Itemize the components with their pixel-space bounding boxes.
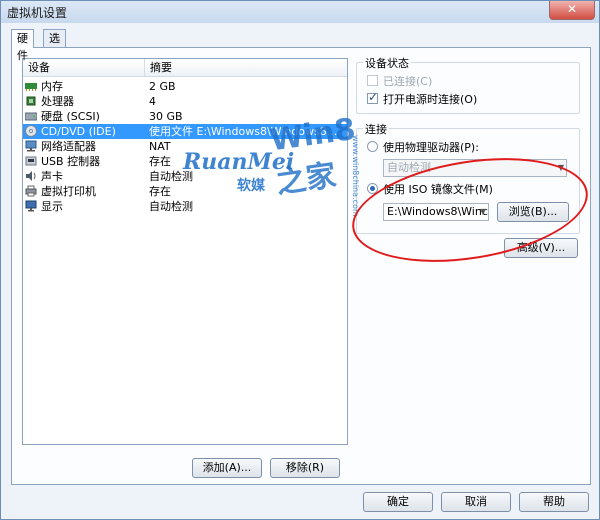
processor-icon <box>26 96 36 106</box>
physical-drive-select[interactable]: 自动检测 ▼ <box>383 159 567 177</box>
connected-checkbox[interactable] <box>367 75 378 86</box>
device-summary: 2 GB <box>149 80 176 93</box>
power-on-connect-label: 打开电源时连接(O) <box>383 93 478 106</box>
device-summary: NAT <box>149 140 171 153</box>
device-status-group: 设备状态 已连接(C) ✓ 打开电源时连接(O) <box>356 55 580 114</box>
list-header: 设备 摘要 <box>23 59 347 77</box>
device-name: CD/DVD (IDE) <box>41 125 116 138</box>
device-summary: 自动检测 <box>149 200 193 213</box>
iso-image-radio[interactable] <box>367 183 378 194</box>
browse-button[interactable]: 浏览(B)... <box>497 202 569 222</box>
device-name: 处理器 <box>41 95 74 108</box>
device-summary: 存在 <box>149 155 171 168</box>
device-status-legend: 设备状态 <box>363 55 411 71</box>
device-name: 虚拟打印机 <box>41 185 96 198</box>
tab-hardware[interactable]: 硬件 <box>11 29 34 62</box>
close-icon: ✕ <box>566 2 578 16</box>
ok-button[interactable]: 确定 <box>363 492 433 512</box>
physical-drive-value: 自动检测 <box>387 161 431 174</box>
display-icon <box>25 200 37 212</box>
remove-button[interactable]: 移除(R) <box>270 458 340 478</box>
checkmark-icon: ✓ <box>368 90 379 104</box>
device-name: USB 控制器 <box>41 155 101 168</box>
memory-icon <box>25 83 37 91</box>
device-name: 声卡 <box>41 170 63 183</box>
cd-dvd-icon <box>25 125 37 137</box>
advanced-button[interactable]: 高级(V)... <box>504 238 578 258</box>
dialog-window: 虚拟机设置 ✕ 硬件 选项 设备 摘要 内存 2 GB 处理器 4 <box>0 0 600 520</box>
iso-path-value: E:\Windows8\Winc <box>387 205 488 218</box>
physical-drive-radio[interactable] <box>367 141 378 152</box>
device-name: 硬盘 (SCSI) <box>41 110 100 123</box>
column-header-summary[interactable]: 摘要 <box>145 59 347 76</box>
column-header-device[interactable]: 设备 <box>23 59 145 76</box>
close-button[interactable]: ✕ <box>549 1 595 20</box>
chevron-down-icon: ▼ <box>479 207 486 216</box>
device-row-processor[interactable]: 处理器 4 <box>23 94 347 109</box>
radio-dot-icon <box>370 186 375 191</box>
tab-options[interactable]: 选项 <box>43 29 66 62</box>
device-summary: 使用文件 E:\Windows8\Windows8... <box>149 125 338 138</box>
device-summary: 4 <box>149 95 156 108</box>
device-row-hard-disk[interactable]: 硬盘 (SCSI) 30 GB <box>23 109 347 124</box>
device-row-display[interactable]: 显示 自动检测 <box>23 199 347 214</box>
connection-group: 连接 使用物理驱动器(P): 自动检测 ▼ 使用 ISO 镜像文件(M) E:\… <box>356 121 580 234</box>
help-button[interactable]: 帮助 <box>519 492 589 512</box>
device-row-printer[interactable]: 虚拟打印机 存在 <box>23 184 347 199</box>
connected-label: 已连接(C) <box>383 75 433 88</box>
chevron-down-icon: ▼ <box>557 163 564 172</box>
title-bar: 虚拟机设置 ✕ <box>1 1 599 23</box>
window-title: 虚拟机设置 <box>7 6 68 20</box>
iso-path-select[interactable]: E:\Windows8\Winc ▼ <box>383 203 489 221</box>
add-button[interactable]: 添加(A)... <box>192 458 262 478</box>
device-summary: 自动检测 <box>149 170 193 183</box>
usb-controller-icon <box>25 156 37 166</box>
hardware-panel: 设备 摘要 内存 2 GB 处理器 4 硬盘 (SCSI) 30 GB CD/D <box>11 47 591 485</box>
network-adapter-icon <box>25 140 37 152</box>
connection-legend: 连接 <box>363 121 389 137</box>
sound-card-icon <box>26 171 36 181</box>
device-row-sound[interactable]: 声卡 自动检测 <box>23 169 347 184</box>
cancel-button[interactable]: 取消 <box>441 492 511 512</box>
power-on-connect-checkbox[interactable]: ✓ <box>367 90 379 104</box>
device-summary: 30 GB <box>149 110 183 123</box>
physical-drive-label: 使用物理驱动器(P): <box>383 141 479 154</box>
printer-icon <box>25 185 37 197</box>
device-name: 内存 <box>41 80 63 93</box>
device-name: 网络适配器 <box>41 140 96 153</box>
device-row-usb[interactable]: USB 控制器 存在 <box>23 154 347 169</box>
hard-disk-icon <box>25 112 37 121</box>
device-row-memory[interactable]: 内存 2 GB <box>23 79 347 94</box>
device-name: 显示 <box>41 200 63 213</box>
device-row-cd-dvd[interactable]: CD/DVD (IDE) 使用文件 E:\Windows8\Windows8..… <box>23 124 347 139</box>
device-list[interactable]: 设备 摘要 内存 2 GB 处理器 4 硬盘 (SCSI) 30 GB CD/D <box>22 58 348 445</box>
device-row-network[interactable]: 网络适配器 NAT <box>23 139 347 154</box>
iso-image-label: 使用 ISO 镜像文件(M) <box>383 183 493 196</box>
device-summary: 存在 <box>149 185 171 198</box>
